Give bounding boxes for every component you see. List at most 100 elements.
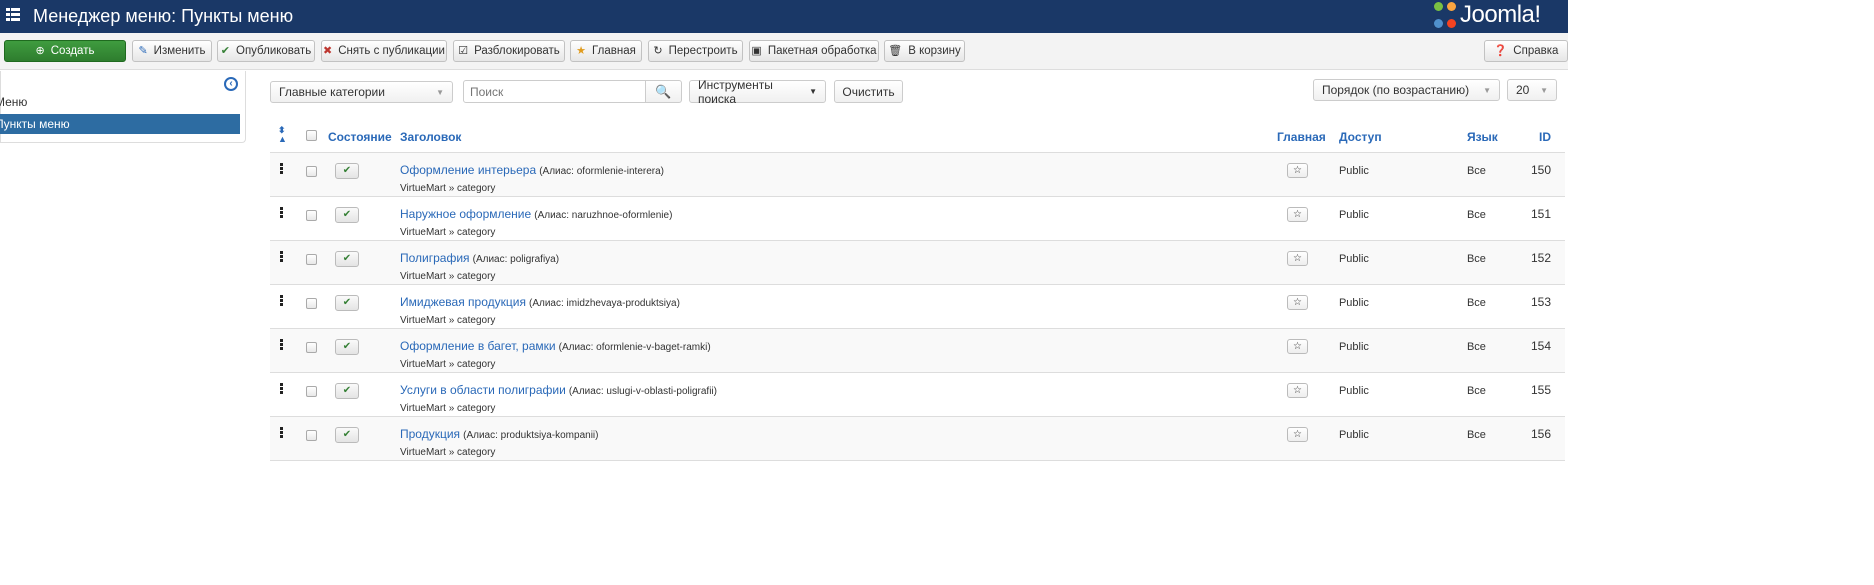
- unpublish-button[interactable]: ✖ Снять с публикации: [321, 40, 447, 62]
- id-cell: 152: [1530, 240, 1565, 285]
- published-toggle[interactable]: ✔: [335, 294, 359, 311]
- row-checkbox[interactable]: [306, 209, 317, 221]
- ordering-select[interactable]: Порядок (по возрастанию) ▼: [1313, 79, 1500, 101]
- table-row: ✔ Оформление интерьера (Алиас: oformleni…: [270, 152, 1565, 197]
- limit-select[interactable]: 20 ▼: [1507, 79, 1557, 101]
- ordering-sort-header[interactable]: ⬍ ▲: [270, 112, 300, 153]
- rebuild-button[interactable]: ↻ Перестроить: [648, 40, 743, 62]
- menu-items-table: ⬍ ▲ Состояние Заголовок Главная Доступ Яз…: [270, 112, 1565, 461]
- published-toggle[interactable]: ✔: [335, 338, 359, 355]
- published-toggle[interactable]: ✔: [335, 426, 359, 443]
- ordering-value: Порядок (по возрастанию): [1322, 83, 1470, 97]
- access-cell: Public: [1338, 372, 1467, 417]
- set-home-button[interactable]: ☆: [1286, 206, 1308, 222]
- drag-handle-icon[interactable]: [280, 382, 283, 395]
- id-cell: 153: [1530, 284, 1565, 329]
- table-row: ✔ Услуги в области полиграфии (Алиас: us…: [270, 372, 1565, 417]
- language-cell: Все: [1466, 196, 1531, 241]
- search-input[interactable]: [463, 80, 646, 103]
- published-toggle[interactable]: ✔: [335, 206, 359, 223]
- home-header[interactable]: Главная: [1276, 112, 1339, 153]
- set-home-button[interactable]: ☆: [1286, 162, 1308, 178]
- check-icon: ✔: [342, 208, 352, 220]
- batch-button[interactable]: ▣ Пакетная обработка: [749, 40, 879, 62]
- item-title-link[interactable]: Оформление в багет, рамки: [400, 339, 556, 353]
- drag-handle-icon[interactable]: [280, 426, 283, 439]
- collapse-sidebar-icon[interactable]: ‹: [224, 77, 238, 91]
- caret-down-icon: ▼: [436, 87, 444, 97]
- search-icon: 🔍: [655, 83, 672, 99]
- row-checkbox[interactable]: [306, 341, 317, 353]
- published-toggle[interactable]: ✔: [335, 382, 359, 399]
- trash-label: В корзину: [908, 45, 961, 57]
- table-row: ✔ Наружное оформление (Алиас: naruzhnoe-…: [270, 196, 1565, 241]
- title-header[interactable]: Заголовок: [400, 112, 1277, 153]
- access-header[interactable]: Доступ: [1338, 112, 1467, 153]
- set-home-button[interactable]: ☆: [1286, 426, 1308, 442]
- row-checkbox[interactable]: [306, 429, 317, 441]
- row-checkbox[interactable]: [306, 385, 317, 397]
- drag-handle-icon[interactable]: [280, 294, 283, 307]
- page-title: Менеджер меню: Пункты меню: [33, 6, 294, 26]
- joomla-logo[interactable]: Joomla!: [1434, 1, 1541, 29]
- edit-icon: ✎: [138, 44, 148, 57]
- item-type: VirtueMart » category: [400, 182, 496, 194]
- star-icon: ★: [576, 44, 587, 57]
- row-checkbox[interactable]: [306, 165, 317, 177]
- sidebar-item-menus[interactable]: Меню: [0, 92, 240, 112]
- check-icon: ✔: [342, 384, 352, 396]
- star-outline-icon: ☆: [1292, 164, 1302, 176]
- item-type: VirtueMart » category: [400, 270, 496, 282]
- sidebar-item-menu-items[interactable]: Пункты меню: [0, 114, 240, 134]
- search-tools-button[interactable]: Инструменты поиска ▼: [689, 78, 826, 106]
- published-toggle[interactable]: ✔: [335, 162, 359, 179]
- set-home-button[interactable]: ☆: [1286, 338, 1308, 354]
- menu-select[interactable]: Главные категории ▼: [270, 81, 453, 103]
- joomla-logo-text: Joomla!: [1460, 1, 1541, 28]
- unpublish-label: Снять с публикации: [338, 45, 445, 57]
- select-all-checkbox[interactable]: [306, 129, 317, 141]
- search-button[interactable]: 🔍: [645, 80, 682, 103]
- set-home-button[interactable]: ☆: [1286, 294, 1308, 310]
- drag-handle-icon[interactable]: [280, 338, 283, 351]
- trash-button[interactable]: 🗑 В корзину: [884, 40, 965, 62]
- item-title-link[interactable]: Продукция: [400, 427, 460, 441]
- item-alias: (Алиас: produktsiya-kompanii): [463, 429, 599, 441]
- item-title-link[interactable]: Имиджевая продукция: [400, 295, 526, 309]
- rebuild-label: Перестроить: [668, 45, 738, 57]
- checkin-button[interactable]: ☑ Разблокировать: [453, 40, 565, 62]
- drag-handle-icon[interactable]: [280, 162, 283, 175]
- help-button[interactable]: ❓ Справка: [1484, 40, 1568, 62]
- row-checkbox[interactable]: [306, 253, 317, 265]
- publish-label: Опубликовать: [236, 45, 312, 57]
- table-row: ✔ Полиграфия (Алиас: poligrafiya) VirtueM…: [270, 240, 1565, 285]
- state-header[interactable]: Состояние: [328, 112, 400, 153]
- sidebar: ‹ Меню Пункты меню: [0, 71, 246, 143]
- language-header[interactable]: Язык: [1466, 112, 1531, 153]
- item-alias: (Алиас: poligrafiya): [472, 253, 560, 265]
- drag-handle-icon[interactable]: [280, 250, 283, 263]
- set-home-button[interactable]: ☆: [1286, 382, 1308, 398]
- set-home-button[interactable]: ☆: [1286, 250, 1308, 266]
- caret-down-icon: ▼: [1483, 85, 1491, 95]
- language-cell: Все: [1466, 416, 1531, 461]
- published-toggle[interactable]: ✔: [335, 250, 359, 267]
- row-checkbox[interactable]: [306, 297, 317, 309]
- check-icon: ✔: [342, 428, 352, 440]
- new-button[interactable]: ⊕ Создать: [4, 40, 126, 62]
- item-title-link[interactable]: Наружное оформление: [400, 207, 531, 221]
- item-alias: (Алиас: uslugi-v-oblasti-poligrafii): [568, 385, 717, 397]
- new-label: Создать: [50, 45, 95, 57]
- star-outline-icon: ☆: [1292, 252, 1302, 264]
- drag-handle-icon[interactable]: [280, 206, 283, 219]
- item-title-link[interactable]: Услуги в области полиграфии: [400, 383, 566, 397]
- publish-button[interactable]: ✔ Опубликовать: [217, 40, 315, 62]
- item-title-link[interactable]: Полиграфия: [400, 251, 470, 265]
- star-outline-icon: ☆: [1292, 384, 1302, 396]
- item-title-link[interactable]: Оформление интерьера: [400, 163, 536, 177]
- language-cell: Все: [1466, 240, 1531, 285]
- id-header[interactable]: ID: [1530, 112, 1565, 153]
- edit-button[interactable]: ✎ Изменить: [132, 40, 212, 62]
- home-button[interactable]: ★ Главная: [570, 40, 642, 62]
- clear-button[interactable]: Очистить: [834, 80, 903, 103]
